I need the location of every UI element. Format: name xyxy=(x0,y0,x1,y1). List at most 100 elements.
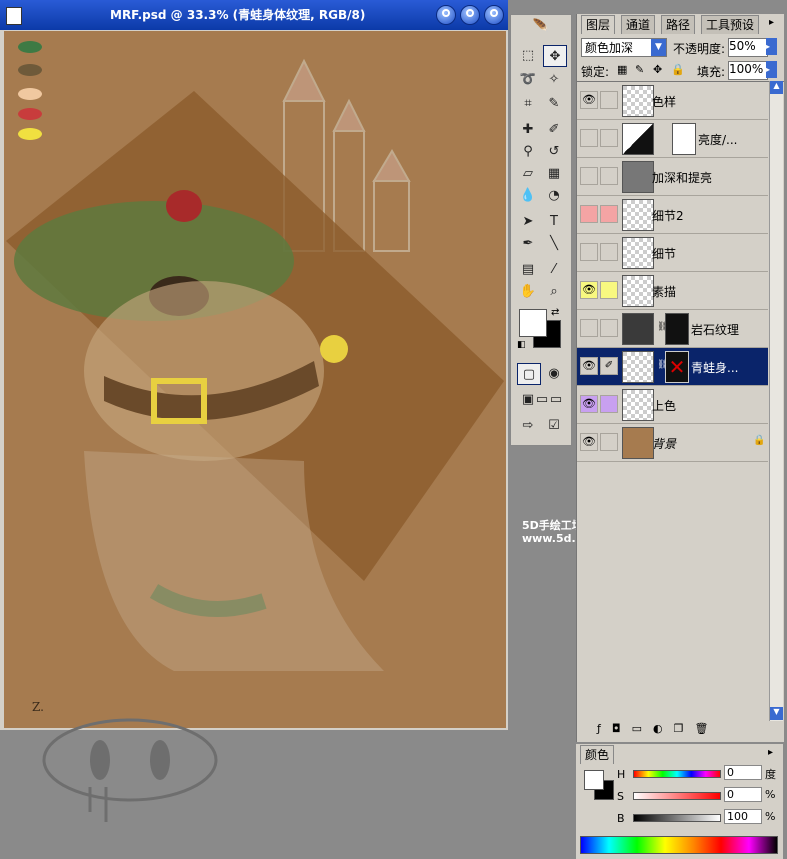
screen-mode-full-icon[interactable]: ▭ xyxy=(549,389,563,409)
link-slot[interactable] xyxy=(600,433,618,451)
foreground-color-swatch[interactable] xyxy=(519,309,547,337)
clone-stamp-icon[interactable]: ⚲ xyxy=(517,141,539,161)
eye-icon[interactable] xyxy=(580,205,598,223)
adjustment-layer-icon[interactable]: ◐ xyxy=(653,722,674,735)
eye-icon[interactable]: 👁 xyxy=(580,91,598,109)
layer-list-scrollbar[interactable]: ▲ ▼ xyxy=(769,81,783,721)
saturation-slider[interactable] xyxy=(633,792,721,800)
image-canvas[interactable]: 5D Z. xyxy=(4,31,506,728)
color-panel-menu-icon[interactable]: ▸ xyxy=(768,747,773,758)
document-titlebar[interactable]: MRF.psd @ 33.3% (青蛙身体纹理, RGB/8) xyxy=(0,0,508,30)
brightness-slider[interactable] xyxy=(633,814,721,822)
link-slot[interactable] xyxy=(600,167,618,185)
opacity-slider-icon[interactable]: ▸ xyxy=(766,38,777,55)
healing-brush-icon[interactable]: ✚ xyxy=(517,119,539,139)
eye-icon[interactable] xyxy=(580,167,598,185)
layer-row[interactable]: 👁 背景 🔒 xyxy=(577,424,768,462)
color-ramp[interactable] xyxy=(580,836,778,854)
layer-row[interactable]: 亮度/... xyxy=(577,120,768,158)
tab-channels[interactable]: 通道 xyxy=(621,15,656,34)
jump-to-imageready-icon[interactable]: ⇨ xyxy=(517,415,539,435)
path-select-tool-icon[interactable]: ➤ xyxy=(517,211,539,231)
lock-position-icon[interactable]: ✥ xyxy=(653,63,662,76)
type-tool-icon[interactable]: T xyxy=(543,211,565,231)
new-group-icon[interactable]: ▭ xyxy=(632,722,653,735)
color-fg-swatch[interactable] xyxy=(584,770,604,790)
maximize-button[interactable] xyxy=(460,5,480,25)
tab-color[interactable]: 颜色 xyxy=(580,745,615,764)
layer-row[interactable]: ⛓ 岩石纹理 xyxy=(577,310,768,348)
zoom-tool-icon[interactable]: ⌕ xyxy=(543,281,565,301)
layer-row-selected[interactable]: 👁 ✐ ⛓ ✕ 青蛙身... xyxy=(577,348,768,386)
minimize-button[interactable] xyxy=(436,5,456,25)
add-mask-icon[interactable]: ◘ xyxy=(612,722,632,735)
blur-tool-icon[interactable]: 💧 xyxy=(517,185,539,205)
fill-slider-icon[interactable]: ▸ xyxy=(766,61,777,78)
link-slot[interactable] xyxy=(600,281,618,299)
eraser-tool-icon[interactable]: ▱ xyxy=(517,163,539,183)
dodge-tool-icon[interactable]: ◔ xyxy=(543,185,565,205)
swap-colors-icon[interactable]: ⇄ xyxy=(551,307,559,318)
lock-image-icon[interactable]: ✎ xyxy=(635,63,644,76)
pen-tool-icon[interactable]: ✒ xyxy=(517,233,539,253)
link-slot[interactable] xyxy=(600,205,618,223)
lasso-tool-icon[interactable]: ➰ xyxy=(517,69,539,89)
brush-tool-icon[interactable]: ✐ xyxy=(543,119,565,139)
layer-style-icon[interactable]: ƒ xyxy=(597,722,612,735)
panel-menu-icon[interactable]: ▸ xyxy=(769,17,774,28)
line-tool-icon[interactable]: ╲ xyxy=(543,233,565,253)
magic-wand-tool-icon[interactable]: ✧ xyxy=(543,69,565,89)
opacity-input[interactable]: 50% xyxy=(728,38,768,57)
layer-name: 色样 xyxy=(652,95,677,109)
slice-tool-icon[interactable]: ✎ xyxy=(543,93,565,113)
lock-all-icon[interactable]: 🔒 xyxy=(671,63,685,76)
layer-row[interactable]: 加深和提亮 xyxy=(577,158,768,196)
standard-mode-icon[interactable]: ▢ xyxy=(517,363,541,385)
eye-icon[interactable]: 👁 xyxy=(580,433,598,451)
eye-icon[interactable] xyxy=(580,319,598,337)
h-input[interactable]: 0 xyxy=(724,765,762,780)
tab-tool-presets[interactable]: 工具预设 xyxy=(701,15,760,34)
eye-icon[interactable] xyxy=(580,129,598,147)
eye-icon[interactable]: 👁 xyxy=(580,395,598,413)
quick-mask-icon[interactable]: ◉ xyxy=(543,363,565,383)
marquee-tool-icon[interactable]: ⬚ xyxy=(517,45,539,65)
tab-paths[interactable]: 路径 xyxy=(661,15,696,34)
hue-slider[interactable] xyxy=(633,770,721,778)
tab-layers[interactable]: 图层 xyxy=(581,15,616,34)
fill-input[interactable]: 100% xyxy=(728,61,768,80)
layer-row[interactable]: 细节2 xyxy=(577,196,768,234)
history-brush-icon[interactable]: ↺ xyxy=(543,141,565,161)
s-input[interactable]: 0 xyxy=(724,787,762,802)
trash-icon[interactable]: 🗑 xyxy=(694,722,719,735)
crop-tool-icon[interactable]: ⌗ xyxy=(517,93,539,113)
hand-tool-icon[interactable]: ✋ xyxy=(517,281,539,301)
new-layer-icon[interactable]: ❐ xyxy=(674,722,695,735)
link-slot[interactable] xyxy=(600,129,618,147)
blend-mode-select[interactable]: 颜色加深 ▼ xyxy=(581,38,667,57)
layer-row[interactable]: 👁 上色 xyxy=(577,386,768,424)
close-button[interactable] xyxy=(484,5,504,25)
paintbrush-icon[interactable]: ✐ xyxy=(600,357,618,375)
eye-icon[interactable]: 👁 xyxy=(580,281,598,299)
link-slot[interactable] xyxy=(600,319,618,337)
layer-row[interactable]: 细节 xyxy=(577,234,768,272)
link-slot[interactable] xyxy=(600,243,618,261)
jump-check-icon[interactable]: ☑ xyxy=(543,415,565,435)
lock-transparent-icon[interactable]: ▦ xyxy=(617,63,627,76)
eyedropper-tool-icon[interactable]: ⁄ xyxy=(543,259,565,279)
eye-icon[interactable] xyxy=(580,243,598,261)
link-slot[interactable] xyxy=(600,395,618,413)
layer-row[interactable]: 👁 素描 xyxy=(577,272,768,310)
link-slot[interactable] xyxy=(600,91,618,109)
b-input[interactable]: 100 xyxy=(724,809,762,824)
scroll-down-icon[interactable]: ▼ xyxy=(770,707,783,720)
screen-mode-full-menu-icon[interactable]: ▭ xyxy=(535,389,549,409)
scroll-up-icon[interactable]: ▲ xyxy=(770,81,783,94)
layer-row[interactable]: 👁 色样 xyxy=(577,82,768,120)
move-tool-icon[interactable]: ✥ xyxy=(543,45,567,67)
default-colors-icon[interactable]: ◧ xyxy=(517,340,526,350)
gradient-tool-icon[interactable]: ▦ xyxy=(543,163,565,183)
notes-tool-icon[interactable]: ▤ xyxy=(517,259,539,279)
eye-icon[interactable]: 👁 xyxy=(580,357,598,375)
